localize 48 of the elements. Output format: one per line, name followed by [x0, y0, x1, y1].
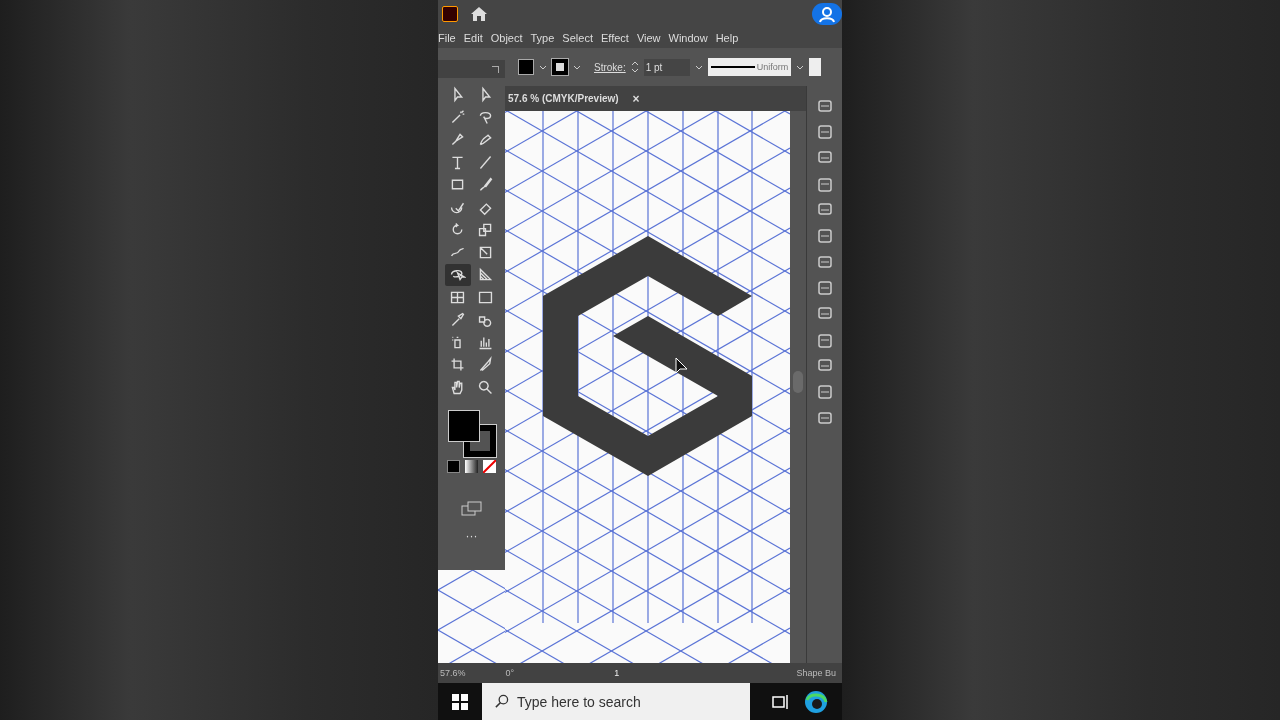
home-icon[interactable] — [470, 6, 488, 22]
menu-item[interactable]: Effect — [600, 32, 637, 44]
scale-icon — [477, 221, 494, 239]
browser-icon[interactable] — [804, 689, 828, 714]
knife-icon — [477, 356, 494, 374]
menu-item[interactable]: Window — [668, 32, 716, 44]
collapse-icon[interactable] — [492, 65, 499, 73]
dropdown[interactable] — [809, 58, 822, 76]
caret-icon[interactable] — [539, 64, 547, 70]
brush-icon — [477, 176, 494, 194]
gradient-mode-button[interactable] — [465, 460, 478, 473]
caret-icon[interactable] — [694, 64, 703, 70]
zoom-icon — [477, 378, 494, 396]
taskbar-search-field[interactable]: Type here to search — [482, 683, 750, 720]
menu-item[interactable]: View — [636, 32, 669, 44]
menu-item[interactable]: Edit — [463, 32, 491, 44]
task-view-icon[interactable] — [772, 693, 790, 710]
magic-wand-icon — [449, 108, 466, 126]
stroke-label[interactable]: Stroke: — [594, 61, 626, 73]
fill-stroke-swatches[interactable] — [447, 410, 496, 456]
screen-mode-icon[interactable] — [460, 501, 483, 517]
fill-swatch[interactable] — [518, 59, 534, 75]
stroke-weight-field[interactable]: 1 pt — [643, 58, 690, 76]
user-icon[interactable] — [812, 3, 842, 25]
stroke-profile-dropdown[interactable]: Uniform — [707, 58, 792, 76]
tool-button[interactable] — [444, 264, 471, 286]
stroke-swatch[interactable] — [552, 59, 568, 75]
menu-item[interactable]: Help — [715, 32, 747, 44]
more-tools-button[interactable]: ··· — [465, 529, 478, 543]
app-logo-icon[interactable] — [442, 6, 458, 22]
windows-start-icon[interactable] — [452, 693, 468, 710]
menu-item[interactable]: Select — [562, 32, 601, 44]
rotation-field[interactable]: 0° — [505, 668, 515, 678]
eyedropper-icon — [449, 311, 466, 329]
none-mode-button[interactable] — [483, 460, 496, 473]
stepper-icon[interactable] — [630, 60, 639, 74]
artboard-field[interactable]: 1 — [614, 668, 620, 678]
current-tool-label: Shape Bu — [796, 668, 836, 678]
menu-item[interactable]: Object — [490, 32, 531, 44]
caret-icon[interactable] — [796, 64, 805, 70]
menu-item[interactable]: File — [438, 32, 464, 44]
close-button[interactable]: × — [632, 91, 640, 106]
color-mode-button[interactable] — [447, 460, 460, 473]
menu-item[interactable]: Type — [530, 32, 563, 44]
line-icon — [477, 153, 494, 171]
caret-icon[interactable] — [573, 64, 581, 70]
zoom-level-field[interactable]: 57.6% — [440, 668, 466, 678]
search-icon — [494, 694, 509, 709]
